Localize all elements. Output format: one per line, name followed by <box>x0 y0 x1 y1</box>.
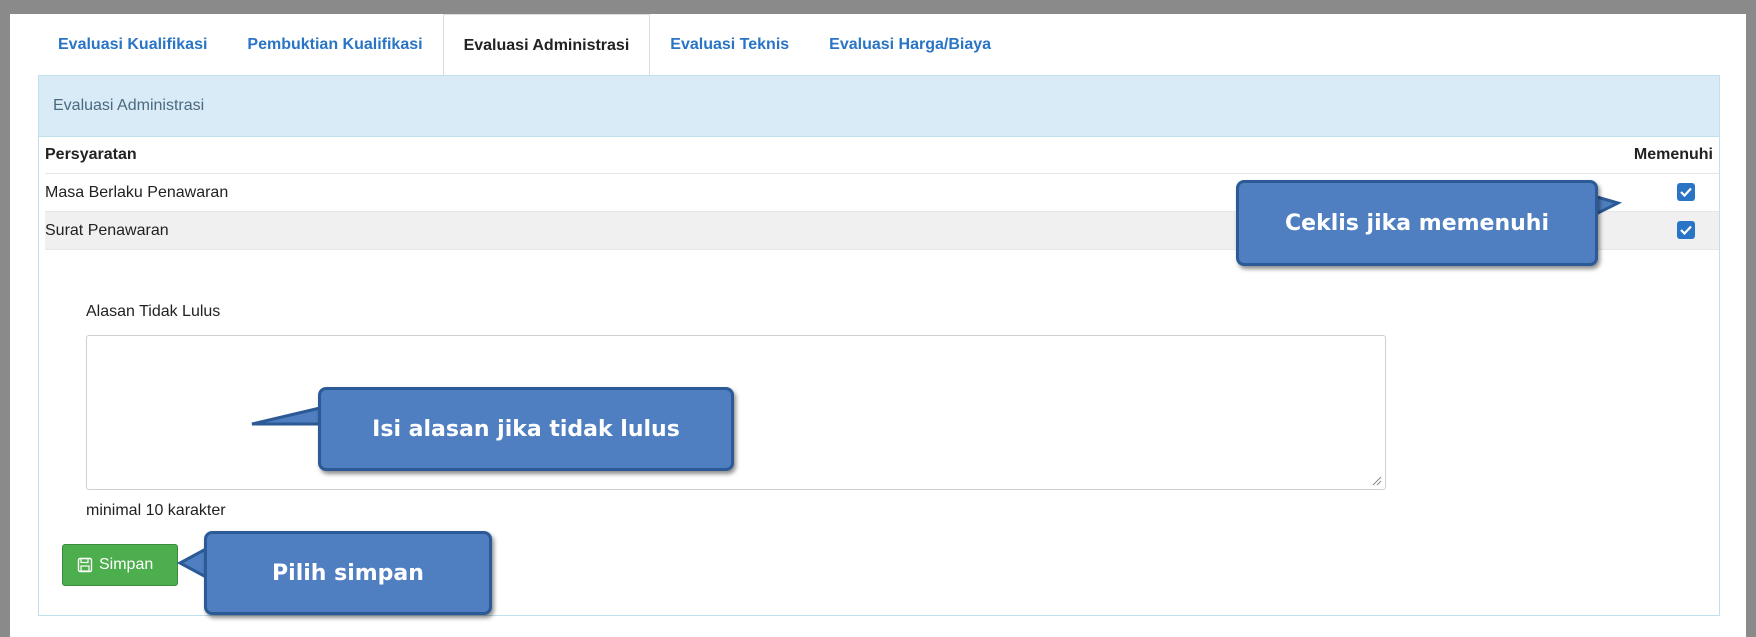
resize-handle-icon[interactable] <box>1372 476 1382 486</box>
checkmark-icon <box>1677 183 1695 201</box>
meets-checkbox[interactable] <box>1677 221 1695 239</box>
callout-check: Ceklis jika memenuhi <box>1236 180 1598 266</box>
floppy-disk-icon <box>77 557 93 573</box>
tab-pembuktian-kualifikasi[interactable]: Pembuktian Kualifikasi <box>227 14 442 76</box>
tab-evaluasi-harga-biaya[interactable]: Evaluasi Harga/Biaya <box>809 14 1011 76</box>
table-header-row: Persyaratan Memenuhi <box>45 136 1719 174</box>
requirement-label: Masa Berlaku Penawaran <box>45 184 229 201</box>
header-requirement: Persyaratan <box>45 146 137 163</box>
tab-bar: Evaluasi Kualifikasi Pembuktian Kualifik… <box>38 14 1718 76</box>
header-meets: Memenuhi <box>1633 146 1713 163</box>
tab-evaluasi-teknis[interactable]: Evaluasi Teknis <box>650 14 809 76</box>
requirement-label: Surat Penawaran <box>45 222 169 239</box>
meets-checkbox[interactable] <box>1677 183 1695 201</box>
reason-label: Alasan Tidak Lulus <box>86 303 221 320</box>
tab-evaluasi-kualifikasi[interactable]: Evaluasi Kualifikasi <box>38 14 227 76</box>
save-button[interactable]: Simpan <box>62 544 178 586</box>
callout-reason: Isi alasan jika tidak lulus <box>318 387 734 471</box>
checkmark-icon <box>1677 221 1695 239</box>
panel-heading: Evaluasi Administrasi <box>39 76 1719 137</box>
callout-save: Pilih simpan <box>204 531 492 615</box>
reason-textarea[interactable] <box>86 335 1386 490</box>
save-button-label: Simpan <box>99 556 154 573</box>
reason-hint: minimal 10 karakter <box>86 502 226 519</box>
tab-evaluasi-administrasi[interactable]: Evaluasi Administrasi <box>442 14 651 76</box>
